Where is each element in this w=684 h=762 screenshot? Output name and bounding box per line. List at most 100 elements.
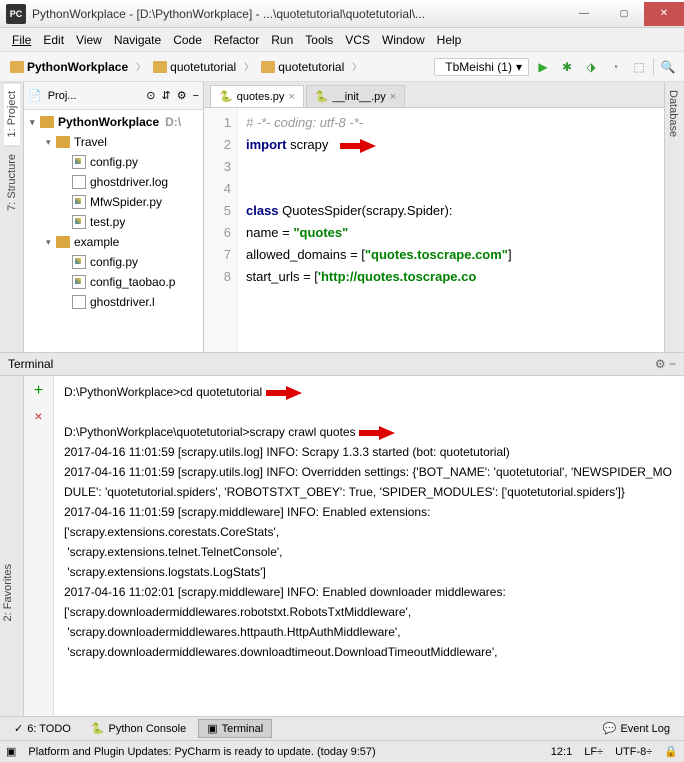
coverage-button[interactable]: ⬗ [581, 57, 601, 77]
tree-file[interactable]: config.py [24, 152, 203, 172]
breadcrumb-item[interactable]: quotetutorial [149, 60, 240, 74]
debug-button[interactable]: ✱ [557, 57, 577, 77]
editor-tab-quotes[interactable]: 🐍 quotes.py × [210, 85, 304, 107]
window-title: PythonWorkplace - [D:\PythonWorkplace] -… [32, 7, 564, 21]
terminal-header[interactable]: Terminal ⚙ − [0, 352, 684, 376]
tree-folder[interactable]: ▾example [24, 232, 203, 252]
search-everywhere-button[interactable]: 🔍 [658, 57, 678, 77]
python-file-icon [72, 275, 86, 289]
close-button[interactable]: ✕ [644, 2, 684, 26]
event-log-button[interactable]: 💬Event Log [595, 720, 678, 737]
menu-navigate[interactable]: Navigate [108, 31, 167, 49]
profile-icon: ◔ [611, 60, 618, 74]
terminal-output[interactable]: D:\PythonWorkplace>cd quotetutorial D:\P… [54, 376, 684, 716]
tree-label: ghostdriver.l [90, 295, 155, 309]
tree-label: config_taobao.p [90, 275, 175, 289]
tree-label: config.py [90, 255, 138, 269]
run-config-selector[interactable]: TbMeishi (1) ▾ [434, 58, 529, 76]
menu-file[interactable]: File [6, 31, 37, 49]
line-gutter[interactable]: 12345678 [204, 108, 238, 352]
todo-tool-button[interactable]: ✓6: TODO [6, 720, 79, 737]
left-tool-strip: 1: Project 7: Structure [0, 82, 24, 352]
concurrency-button[interactable]: ⬚ [629, 57, 649, 77]
tree-file[interactable]: config_taobao.p [24, 272, 203, 292]
maximize-button[interactable]: ▢ [604, 2, 644, 26]
database-tool-tab[interactable]: Database [665, 82, 681, 145]
todo-icon: ✓ [14, 722, 23, 735]
python-console-button[interactable]: 🐍Python Console [83, 720, 194, 737]
tree-label: config.py [90, 155, 138, 169]
menu-refactor[interactable]: Refactor [208, 31, 265, 49]
menu-tools[interactable]: Tools [299, 31, 339, 49]
gear-icon[interactable]: ⚙ − [655, 357, 676, 371]
menu-edit[interactable]: Edit [37, 31, 70, 49]
gear-icon[interactable]: ⚙ [177, 89, 187, 102]
code-area[interactable]: # -*- coding: utf-8 -*- import scrapy cl… [238, 108, 664, 352]
project-toolbar: 📄 Proj... ⊙ ⇵ ⚙ − [24, 82, 203, 110]
project-tree[interactable]: ▾PythonWorkplaceD:\▾Travel config.py ghost… [24, 110, 203, 352]
folder-icon [56, 236, 70, 248]
menu-help[interactable]: Help [431, 31, 468, 49]
editor-tabs: 🐍 quotes.py × 🐍 __init__.py × [204, 82, 664, 108]
status-icon[interactable]: ▣ [6, 745, 16, 758]
terminal-icon: ▣ [207, 722, 217, 735]
tree-label: example [74, 235, 119, 249]
tree-folder[interactable]: ▾Travel [24, 132, 203, 152]
close-tab-icon[interactable]: × [390, 91, 396, 103]
project-tab-icon: 📄 [28, 89, 42, 102]
tree-label: MfwSpider.py [90, 195, 162, 209]
right-tool-strip: Database [664, 82, 684, 352]
line-separator[interactable]: LF÷ [584, 746, 603, 758]
tree-folder[interactable]: ▾PythonWorkplaceD:\ [24, 112, 203, 132]
favorites-tool-tab[interactable]: 2: Favorites [0, 556, 16, 629]
breadcrumb-item[interactable]: quotetutorial [257, 60, 348, 74]
tree-label: Travel [74, 135, 107, 149]
bug-icon: ✱ [562, 60, 572, 74]
menu-window[interactable]: Window [376, 31, 431, 49]
menu-view[interactable]: View [70, 31, 108, 49]
project-panel: 📄 Proj... ⊙ ⇵ ⚙ − ▾PythonWorkplaceD:\▾Tr… [24, 82, 204, 352]
status-bar: ▣ Platform and Plugin Updates: PyCharm i… [0, 740, 684, 762]
menu-bar: File Edit View Navigate Code Refactor Ru… [0, 28, 684, 52]
python-file-icon: 🐍 [219, 90, 233, 103]
tree-file[interactable]: test.py [24, 212, 203, 232]
file-encoding[interactable]: UTF-8÷ [615, 746, 652, 758]
file-icon [72, 295, 86, 309]
tree-file[interactable]: ghostdriver.l [24, 292, 203, 312]
folder-icon [56, 136, 70, 148]
folder-icon [153, 61, 167, 73]
tab-label: quotes.py [237, 91, 285, 103]
python-icon: 🐍 [91, 722, 105, 735]
editor-tab-init[interactable]: 🐍 __init__.py × [306, 85, 405, 107]
terminal-tool-button[interactable]: ▣Terminal [198, 719, 272, 738]
left-tool-strip-lower: 2: Favorites [0, 376, 24, 716]
status-message: Platform and Plugin Updates: PyCharm is … [28, 746, 375, 758]
structure-tool-tab[interactable]: 7: Structure [4, 146, 20, 219]
run-button[interactable]: ▶ [533, 57, 553, 77]
menu-run[interactable]: Run [265, 31, 299, 49]
hide-icon[interactable]: − [193, 90, 199, 102]
tree-file[interactable]: MfwSpider.py [24, 192, 203, 212]
breadcrumb-root[interactable]: PythonWorkplace [6, 60, 132, 74]
annotation-arrow-icon [359, 426, 395, 440]
close-tab-icon[interactable]: × [288, 91, 294, 103]
bottom-tool-bar: ✓6: TODO 🐍Python Console ▣Terminal 💬Even… [0, 716, 684, 740]
terminal-toolbar: + × [24, 376, 54, 716]
project-tool-tab[interactable]: 1: Project [4, 82, 20, 146]
profile-button[interactable]: ◔ [605, 57, 625, 77]
collapse-all-icon[interactable]: ⇵ [161, 89, 170, 102]
menu-code[interactable]: Code [167, 31, 208, 49]
close-session-button[interactable]: × [34, 408, 42, 424]
caret-position[interactable]: 12:1 [551, 746, 572, 758]
readonly-lock-icon[interactable]: 🔒 [664, 745, 678, 758]
minimize-button[interactable]: — [564, 2, 604, 26]
speech-icon: 💬 [603, 722, 617, 735]
menu-vcs[interactable]: VCS [339, 31, 376, 49]
coverage-icon: ⬗ [586, 60, 595, 74]
folder-icon [40, 116, 54, 128]
tree-file[interactable]: ghostdriver.log [24, 172, 203, 192]
tree-file[interactable]: config.py [24, 252, 203, 272]
run-config-label: TbMeishi (1) [445, 60, 512, 74]
scroll-from-source-icon[interactable]: ⊙ [146, 89, 155, 102]
new-session-button[interactable]: + [34, 382, 43, 400]
